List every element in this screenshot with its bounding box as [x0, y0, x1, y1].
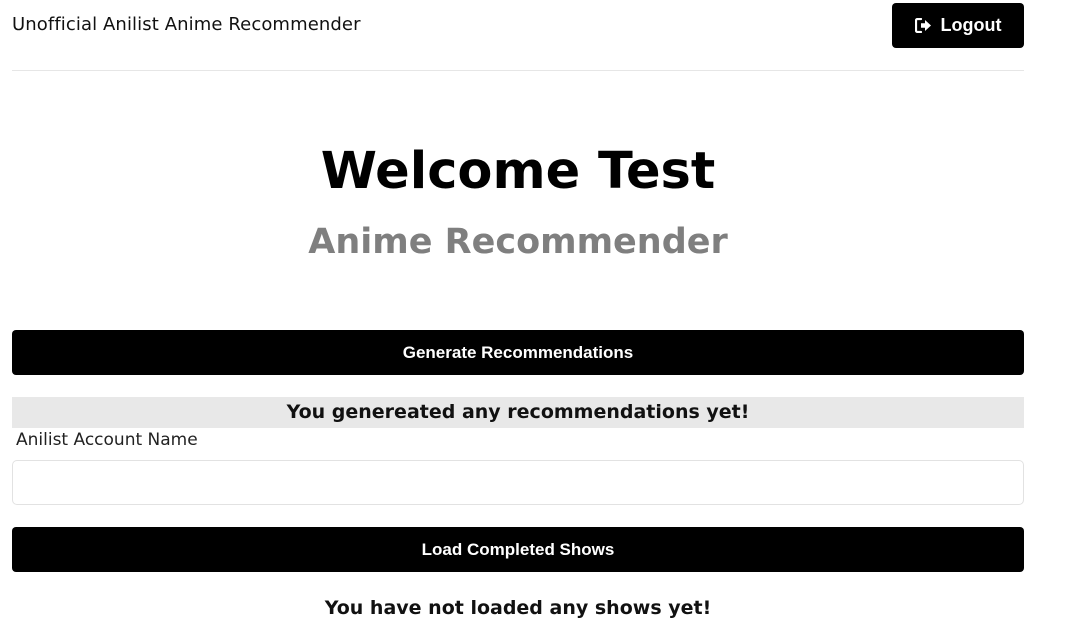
top-navbar: Unofficial Anilist Anime Recommender Log… [12, 0, 1024, 71]
app-subtitle: Anime Recommender [308, 222, 728, 262]
app-brand: Unofficial Anilist Anime Recommender [12, 14, 361, 35]
page: Unofficial Anilist Anime Recommender Log… [0, 0, 1070, 640]
generate-recommendations-button[interactable]: Generate Recommendations [12, 330, 1024, 375]
recommendations-status: You genereated any recommendations yet! [12, 397, 1024, 428]
logout-button[interactable]: Logout [892, 3, 1024, 48]
logout-label: Logout [940, 15, 1002, 35]
account-name-label: Anilist Account Name [16, 430, 198, 450]
shows-status: You have not loaded any shows yet! [324, 597, 712, 619]
load-completed-shows-button[interactable]: Load Completed Shows [12, 527, 1024, 572]
welcome-heading: Welcome Test [320, 142, 716, 201]
account-name-input[interactable] [12, 460, 1024, 505]
sign-out-icon [914, 18, 931, 33]
